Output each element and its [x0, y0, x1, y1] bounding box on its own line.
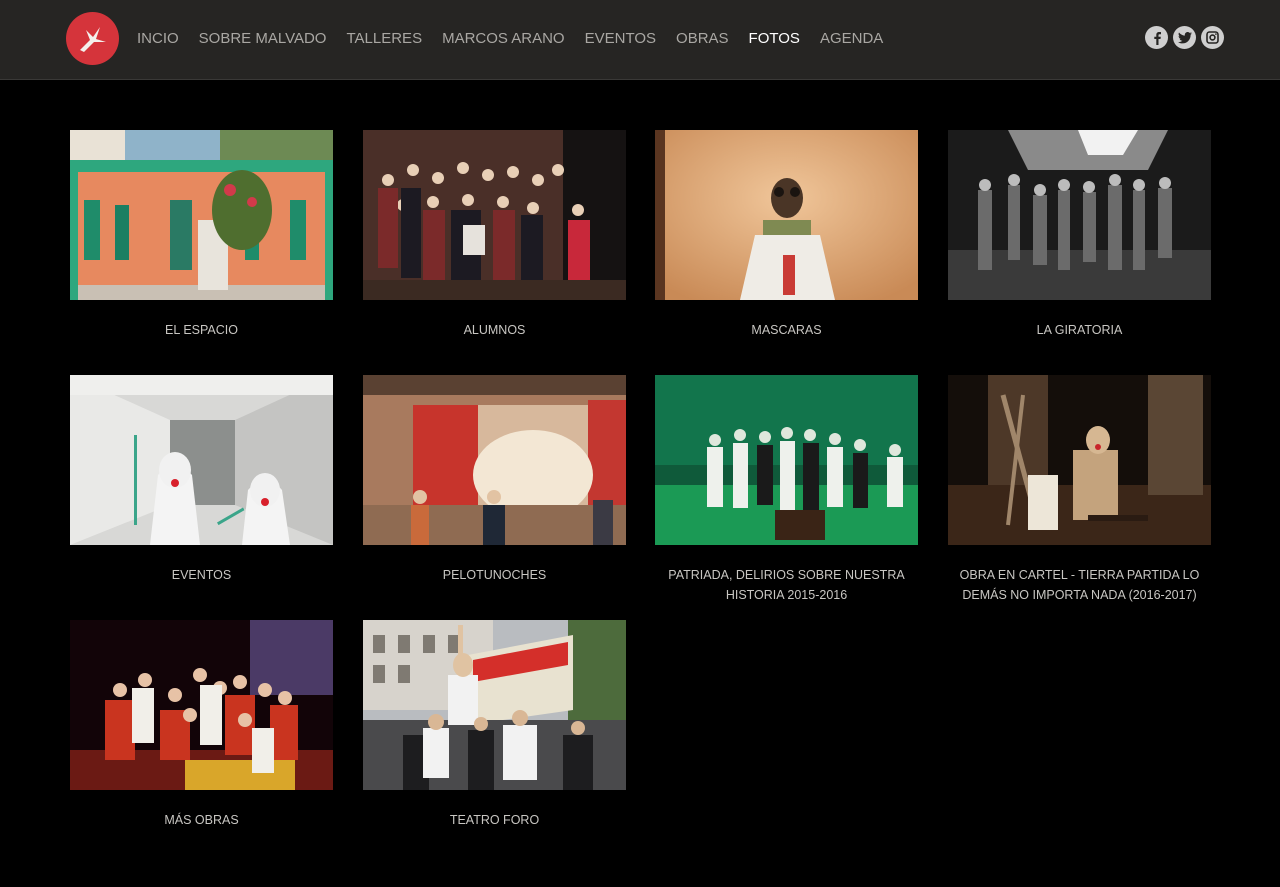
nav-item-agenda[interactable]: AGENDA	[820, 28, 883, 50]
nav-item-eventos[interactable]: EVENTOS	[585, 28, 656, 50]
main-nav: INCIO SOBRE MALVADO TALLERES MARCOS ARAN…	[137, 28, 883, 50]
gallery-card-mas-obras[interactable]: MÁS OBRAS	[70, 620, 333, 830]
site-logo[interactable]	[66, 12, 119, 65]
pelotunoches-photo[interactable]	[363, 375, 626, 545]
nav-item-obras[interactable]: OBRAS	[676, 28, 729, 50]
la-giratoria-photo[interactable]	[948, 130, 1211, 300]
site-header: INCIO SOBRE MALVADO TALLERES MARCOS ARAN…	[0, 0, 1280, 80]
nav-item-marcos-arano[interactable]: MARCOS ARANO	[442, 28, 565, 50]
gallery-caption[interactable]: MASCARAS	[655, 320, 918, 340]
gallery-card-teatro-foro[interactable]: TEATRO FORO	[363, 620, 626, 830]
eventos-photo[interactable]	[70, 375, 333, 545]
instagram-icon[interactable]	[1201, 26, 1224, 49]
el-espacio-photo[interactable]	[70, 130, 333, 300]
nav-item-fotos[interactable]: FOTOS	[749, 28, 800, 50]
gallery-caption[interactable]: MÁS OBRAS	[70, 810, 333, 830]
gallery-card-pelotunoches[interactable]: PELOTUNOCHES	[363, 375, 626, 585]
alumnos-photo[interactable]	[363, 130, 626, 300]
gallery-card-la-giratoria[interactable]: LA GIRATORIA	[948, 130, 1211, 340]
gallery-card-el-espacio[interactable]: EL ESPACIO	[70, 130, 333, 340]
gallery-card-patriada[interactable]: PATRIADA, DELIRIOS SOBRE NUESTRA HISTORI…	[655, 375, 918, 605]
gallery-caption[interactable]: EVENTOS	[70, 565, 333, 585]
nav-item-sobre-malvado[interactable]: SOBRE MALVADO	[199, 28, 327, 50]
obra-en-cartel-photo[interactable]	[948, 375, 1211, 545]
gallery-caption[interactable]: TEATRO FORO	[363, 810, 626, 830]
social-links	[1145, 26, 1224, 49]
teatro-foro-photo[interactable]	[363, 620, 626, 790]
gallery-card-mascaras[interactable]: MASCARAS	[655, 130, 918, 340]
gallery-card-eventos[interactable]: EVENTOS	[70, 375, 333, 585]
gallery-caption[interactable]: LA GIRATORIA	[948, 320, 1211, 340]
patriada-photo[interactable]	[655, 375, 918, 545]
facebook-icon[interactable]	[1145, 26, 1168, 49]
gallery-card-obra-en-cartel[interactable]: OBRA EN CARTEL - TIERRA PARTIDA LO DEMÁS…	[948, 375, 1211, 605]
gallery-caption[interactable]: OBRA EN CARTEL - TIERRA PARTIDA LO DEMÁS…	[948, 565, 1211, 605]
gallery-card-alumnos[interactable]: ALUMNOS	[363, 130, 626, 340]
mascaras-photo[interactable]	[655, 130, 918, 300]
hummingbird-icon	[79, 26, 106, 52]
twitter-icon[interactable]	[1173, 26, 1196, 49]
nav-item-talleres[interactable]: TALLERES	[346, 28, 422, 50]
gallery-caption[interactable]: EL ESPACIO	[70, 320, 333, 340]
nav-item-inicio[interactable]: INCIO	[137, 28, 179, 50]
mas-obras-photo[interactable]	[70, 620, 333, 790]
gallery-caption[interactable]: PATRIADA, DELIRIOS SOBRE NUESTRA HISTORI…	[655, 565, 918, 605]
gallery-caption[interactable]: ALUMNOS	[363, 320, 626, 340]
gallery-caption[interactable]: PELOTUNOCHES	[363, 565, 626, 585]
